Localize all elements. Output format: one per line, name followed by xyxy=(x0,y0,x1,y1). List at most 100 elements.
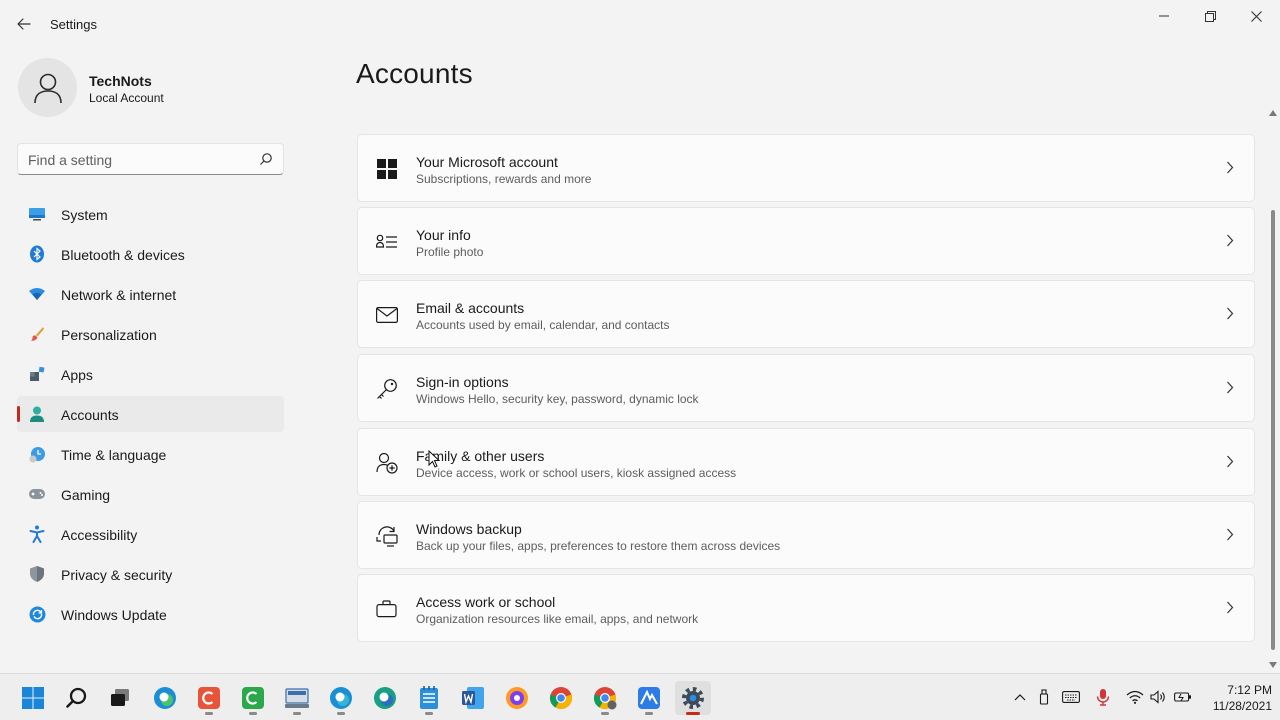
card-subtitle: Organization resources like email, apps,… xyxy=(416,612,699,626)
scrollbar[interactable] xyxy=(1266,108,1280,670)
taskbar-firefox[interactable] xyxy=(499,681,535,715)
card-your-info[interactable]: Your info Profile photo xyxy=(357,207,1255,275)
task-view-icon xyxy=(110,689,130,707)
accessibility-icon xyxy=(28,525,46,543)
taskbar-start[interactable] xyxy=(15,681,51,715)
nav-item-accounts[interactable]: Accounts xyxy=(17,396,284,432)
nav-item-time-language[interactable]: Time & language xyxy=(17,436,284,472)
taskbar-task-view[interactable] xyxy=(102,681,138,715)
restore-button[interactable] xyxy=(1187,0,1233,32)
card-title: Your info xyxy=(416,227,471,243)
nav-label: Time & language xyxy=(61,447,167,463)
user-name: TechNots xyxy=(89,73,152,89)
start-icon xyxy=(22,687,44,709)
active-indicator xyxy=(17,406,20,422)
edge-icon xyxy=(153,686,177,710)
search-box[interactable] xyxy=(17,143,284,175)
card-family-other-users[interactable]: Family & other users Device access, work… xyxy=(357,428,1255,496)
contact-card-icon xyxy=(375,230,399,254)
minimize-icon xyxy=(1159,11,1169,21)
card-title: Your Microsoft account xyxy=(416,154,558,170)
azure-icon xyxy=(637,686,661,710)
taskbar-clock[interactable]: 7:12 PM 11/28/2021 xyxy=(1200,682,1272,714)
chevron-right-icon xyxy=(1226,528,1234,541)
chevron-up-icon[interactable] xyxy=(1011,688,1029,706)
chevron-right-icon xyxy=(1226,601,1234,614)
volume-icon[interactable] xyxy=(1150,688,1168,706)
nav-item-gaming[interactable]: Gaming xyxy=(17,476,284,512)
account-type: Local Account xyxy=(89,91,164,105)
usb-icon[interactable] xyxy=(1035,688,1053,706)
nav-label: Personalization xyxy=(61,327,157,343)
chevron-right-icon xyxy=(1226,234,1234,247)
taskbar-editor-red[interactable] xyxy=(191,681,227,715)
taskbar-edge-dev[interactable] xyxy=(367,681,403,715)
taskbar-chrome-profile[interactable] xyxy=(587,681,623,715)
card-email-accounts[interactable]: Email & accounts Accounts used by email,… xyxy=(357,280,1255,348)
wifi-icon[interactable] xyxy=(1126,688,1144,706)
edge-dev-icon xyxy=(373,686,397,710)
nav-item-personalization[interactable]: Personalization xyxy=(17,316,284,352)
battery-icon[interactable] xyxy=(1174,688,1192,706)
active-indicator xyxy=(686,712,700,715)
close-button[interactable] xyxy=(1233,0,1279,32)
card-subtitle: Windows Hello, security key, password, d… xyxy=(416,392,699,406)
mail-icon xyxy=(375,303,399,327)
taskbar-word[interactable] xyxy=(455,681,491,715)
sidebar-nav: System Bluetooth & devices Network & int… xyxy=(17,196,284,636)
person-icon xyxy=(33,72,63,104)
nav-item-system[interactable]: System xyxy=(17,196,284,232)
running-indicator xyxy=(425,712,433,715)
gamepad-icon xyxy=(28,485,46,503)
minimize-button[interactable] xyxy=(1141,0,1187,32)
card-subtitle: Subscriptions, rewards and more xyxy=(416,172,592,186)
keyboard-icon[interactable] xyxy=(1062,688,1080,706)
search-input[interactable] xyxy=(28,150,248,170)
scroll-up-icon[interactable] xyxy=(1269,110,1277,116)
search-icon xyxy=(66,687,88,709)
card-subtitle: Profile photo xyxy=(416,245,484,259)
taskbar-editor-green[interactable] xyxy=(235,681,271,715)
back-button[interactable] xyxy=(10,10,38,38)
nav-item-windows-update[interactable]: Windows Update xyxy=(17,596,284,632)
nav-item-privacy-security[interactable]: Privacy & security xyxy=(17,556,284,592)
chevron-right-icon xyxy=(1226,307,1234,320)
nav-item-bluetooth-devices[interactable]: Bluetooth & devices xyxy=(17,236,284,272)
card-title: Sign-in options xyxy=(416,374,509,390)
word-icon xyxy=(461,686,485,710)
running-indicator xyxy=(249,712,257,715)
mouse-cursor-icon xyxy=(428,450,440,468)
chrome-profile-icon xyxy=(593,686,617,710)
card-title: Access work or school xyxy=(416,594,556,610)
taskbar-explorer[interactable] xyxy=(279,681,315,715)
running-indicator xyxy=(645,712,653,715)
card-sign-in-options[interactable]: Sign-in options Windows Hello, security … xyxy=(357,354,1255,422)
taskbar-notes[interactable] xyxy=(411,681,447,715)
taskbar-chrome[interactable] xyxy=(543,681,579,715)
card-access-work-school[interactable]: Access work or school Organization resou… xyxy=(357,574,1255,642)
nav-label: Apps xyxy=(61,367,93,383)
card-microsoft-account[interactable]: Your Microsoft account Subscriptions, re… xyxy=(357,134,1255,202)
nav-label: System xyxy=(61,207,108,223)
nav-item-network-internet[interactable]: Network & internet xyxy=(17,276,284,312)
taskbar-azure[interactable] xyxy=(631,681,667,715)
microphone-icon[interactable] xyxy=(1094,688,1112,706)
edge-beta-icon xyxy=(329,686,353,710)
avatar[interactable] xyxy=(18,58,77,117)
windows-logo-icon xyxy=(375,157,399,181)
taskbar-search[interactable] xyxy=(59,681,95,715)
taskbar-settings[interactable] xyxy=(675,681,711,715)
taskbar-edge-beta[interactable] xyxy=(323,681,359,715)
taskbar-edge[interactable] xyxy=(147,681,183,715)
briefcase-icon xyxy=(375,597,399,621)
add-person-icon xyxy=(375,451,399,475)
nav-item-accessibility[interactable]: Accessibility xyxy=(17,516,284,552)
search-icon[interactable] xyxy=(259,152,273,166)
nav-item-apps[interactable]: Apps xyxy=(17,356,284,392)
card-windows-backup[interactable]: Windows backup Back up your files, apps,… xyxy=(357,501,1255,569)
scroll-down-icon[interactable] xyxy=(1269,662,1277,668)
running-indicator xyxy=(337,712,345,715)
scroll-thumb[interactable] xyxy=(1271,210,1275,650)
chevron-right-icon xyxy=(1226,455,1234,468)
nav-label: Accounts xyxy=(61,407,119,423)
